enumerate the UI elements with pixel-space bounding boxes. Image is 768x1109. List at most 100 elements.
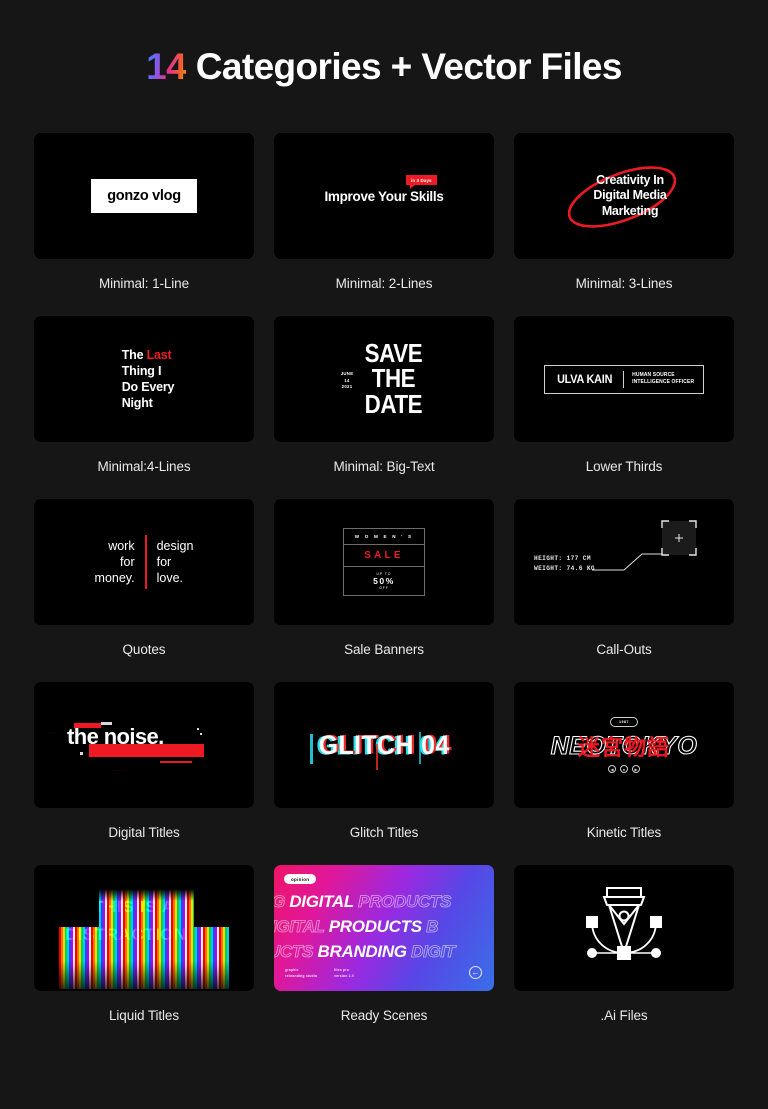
last-line-4: Night [121, 396, 153, 411]
glitch-streak-1 [309, 733, 313, 764]
category-thumbnail[interactable]: ULVA KAIN HUMAN SOURCE INTELLIGENCE OFFI… [514, 316, 734, 442]
category-thumbnail[interactable]: W O M E N ' S SALE UP TO 50% OFF [274, 499, 494, 625]
category-thumbnail[interactable]: THIS IS A DISTRACTION [34, 865, 254, 991]
gonzo-vlog-label: gonzo vlog [91, 179, 197, 213]
categories-page: 14 Categories + Vector Files gonzo vlog … [0, 0, 768, 1109]
preview-minimal-3-lines: Creativity In Digital Media Marketing [514, 133, 734, 259]
kinetic-title-stack: NEOTOKYO 迷宮物語 [550, 731, 697, 761]
glitch-04-label: GLITCH 04 [318, 729, 450, 760]
liquid-line-2: DISTRACTION [65, 925, 187, 944]
category-card[interactable]: THIS IS A DISTRACTION Liquid Titles [34, 865, 254, 1042]
category-card[interactable]: HEIGHT: 177 CM WEIGHT: 74.6 KG Call-Outs [514, 499, 734, 676]
category-caption: Digital Titles [108, 825, 180, 840]
save-the-date-date: JUNE 14 2021 [341, 371, 354, 391]
marquee-row-2-b: PRODUCTS [328, 917, 427, 936]
preview-minimal-1-line: gonzo vlog [34, 133, 254, 259]
quote-right-1: design [156, 539, 194, 553]
category-card[interactable]: in 3 Days Improve Your Skills Minimal: 2… [274, 133, 494, 310]
category-card[interactable]: JUNE 14 2021 SAVE THE DATE Minimal: Big-… [274, 316, 494, 493]
category-card[interactable]: gonzo vlog Minimal: 1-Line [34, 133, 254, 310]
category-caption: Call-Outs [596, 642, 652, 657]
category-thumbnail[interactable]: Creativity In Digital Media Marketing [514, 133, 734, 259]
preview-call-outs: HEIGHT: 177 CM WEIGHT: 74.6 KG [514, 499, 734, 625]
category-thumbnail[interactable]: GLITCH 04 GLITCH 04 GLITCH 04 [274, 682, 494, 808]
the-noise-label: the noise. [67, 724, 164, 749]
sale-row-discount: UP TO 50% OFF [344, 567, 424, 596]
category-thumbnail[interactable]: The Last Thing I Do Every Night [34, 316, 254, 442]
glitch-tick-3 [200, 733, 202, 735]
category-thumbnail[interactable]: work for money. design for love. [34, 499, 254, 625]
category-thumbnail[interactable]: opinion NG DIGITAL PRODUCTS DIGITAL PROD… [274, 865, 494, 991]
quote-left-1: work [108, 539, 135, 553]
category-caption: Minimal: 1-Line [98, 276, 190, 291]
last-line-1: The Last [122, 347, 175, 363]
preview-liquid-titles: THIS IS A DISTRACTION [34, 865, 254, 991]
callout-stats: HEIGHT: 177 CM WEIGHT: 74.6 KG [534, 554, 595, 574]
category-thumbnail[interactable]: gonzo vlog [34, 133, 254, 259]
record-dot-icon: ● [620, 765, 628, 773]
category-thumbnail[interactable]: .... ....... the noise. [34, 682, 254, 808]
next-arrow-icon: ▶ [632, 765, 640, 773]
category-thumbnail[interactable] [514, 865, 734, 991]
category-thumbnail[interactable]: HEIGHT: 177 CM WEIGHT: 74.6 KG [514, 499, 734, 625]
preview-ai-files [514, 865, 734, 991]
category-caption: Quotes [122, 642, 166, 657]
category-card[interactable]: Creativity In Digital Media Marketing Mi… [514, 133, 734, 310]
glitch-tick-1 [80, 752, 83, 755]
preview-lower-thirds: ULVA KAIN HUMAN SOURCE INTELLIGENCE OFFI… [514, 316, 734, 442]
preview-minimal-2-lines: in 3 Days Improve Your Skills [274, 133, 494, 259]
pen-tool-icon [586, 887, 662, 960]
quote-left-3: money. [94, 571, 135, 585]
category-thumbnail[interactable]: JUNE 14 2021 SAVE THE DATE [274, 316, 494, 442]
category-card[interactable]: 1987 NEOTOKYO 迷宮物語 ◀ ● ▶ Kinetic Titles [514, 682, 734, 859]
category-thumbnail[interactable]: 1987 NEOTOKYO 迷宮物語 ◀ ● ▶ [514, 682, 734, 808]
category-caption: Minimal: 2-Lines [335, 276, 433, 291]
preview-minimal-big-text: JUNE 14 2021 SAVE THE DATE [274, 316, 494, 442]
sale-percent-label: 50% [373, 575, 395, 586]
category-caption: Minimal:4-Lines [97, 459, 191, 474]
role-line-1: HUMAN SOURCE [632, 371, 675, 378]
creativity-line-2: Digital Media [593, 188, 667, 203]
category-card[interactable]: .Ai Files [514, 865, 734, 1042]
marquee-row-3-b: BRANDING [317, 942, 412, 961]
creativity-lines: Creativity In Digital Media Marketing [593, 173, 667, 219]
category-card[interactable]: work for money. design for love. Quotes [34, 499, 254, 676]
category-card[interactable]: The Last Thing I Do Every Night Minimal:… [34, 316, 254, 493]
quote-divider [144, 535, 147, 589]
category-caption: Liquid Titles [109, 1008, 179, 1023]
kinetic-year-badge: 1987 [610, 717, 638, 727]
quote-right: design for love. [157, 538, 194, 586]
marquee-row-1: NG DIGITAL PRODUCTS [274, 892, 452, 912]
category-caption: Sale Banners [344, 642, 424, 657]
liquid-line-1: THIS IS A [94, 899, 175, 916]
sale-row-womens: W O M E N ' S [344, 529, 424, 545]
liquid-mask-right [194, 889, 232, 927]
category-grid: gonzo vlog Minimal: 1-Line in 3 Days Imp… [34, 133, 734, 1042]
category-card[interactable]: W O M E N ' S SALE UP TO 50% OFF Sale Ba… [274, 499, 494, 676]
preview-quotes: work for money. design for love. [34, 499, 254, 625]
ready-meta-left-2: rebranding studio [285, 973, 318, 978]
ready-meta-right-2: version 2.0 [334, 973, 354, 978]
glitch-streak-3 [418, 731, 421, 764]
role-line-2: INTELLIGENCE OFFICER [632, 379, 695, 385]
back-arrow-icon: ← [469, 966, 482, 979]
save-the-date-lines: SAVE THE DATE [365, 340, 423, 419]
marquee-row-1-c: PRODUCTS [358, 892, 452, 912]
category-caption: Ready Scenes [340, 1008, 428, 1023]
category-card[interactable]: ULVA KAIN HUMAN SOURCE INTELLIGENCE OFFI… [514, 316, 734, 493]
date-day: 14 [344, 377, 350, 383]
category-card[interactable]: .... ....... the noise. Digital Titles [34, 682, 254, 859]
category-card[interactable]: GLITCH 04 GLITCH 04 GLITCH 04 Glitch Tit… [274, 682, 494, 859]
in-3-days-badge: in 3 Days [406, 175, 437, 189]
category-caption: .Ai Files [600, 1008, 648, 1023]
last-line-1-a: The [121, 347, 147, 362]
category-card[interactable]: opinion NG DIGITAL PRODUCTS DIGITAL PROD… [274, 865, 494, 1042]
improve-your-skills-label: Improve Your Skills [324, 188, 444, 204]
preview-digital-titles: .... ....... the noise. [34, 682, 254, 808]
big-line-3: DATE [365, 388, 423, 419]
category-thumbnail[interactable]: in 3 Days Improve Your Skills [274, 133, 494, 259]
page-title: 14 Categories + Vector Files [0, 0, 768, 88]
callout-height: HEIGHT: 177 CM [534, 555, 591, 562]
sale-row-sale: SALE [344, 545, 424, 567]
opinion-badge: opinion [284, 874, 317, 884]
